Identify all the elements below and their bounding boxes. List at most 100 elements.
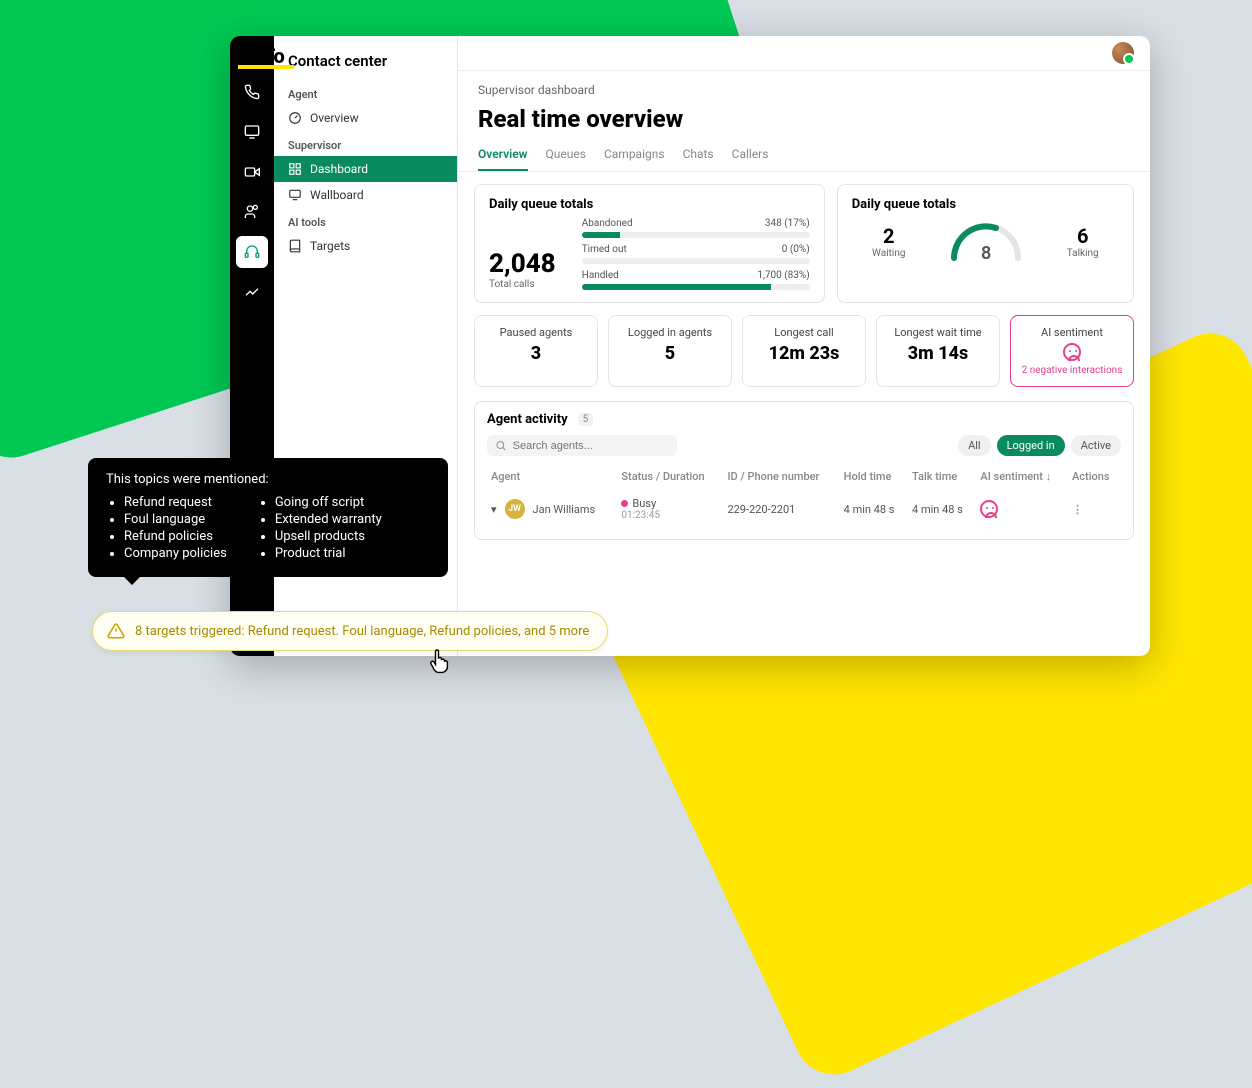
search-box[interactable] <box>487 435 677 456</box>
tooltip-item: Extended warranty <box>275 512 382 527</box>
bar-timed-out: Timed out 0 (0%) <box>582 244 810 264</box>
bar-value: 1,700 (83%) <box>757 270 809 281</box>
panel-title: Agent activity <box>487 412 568 427</box>
tooltip-item: Refund policies <box>124 529 227 544</box>
filter-logged-in[interactable]: Logged in <box>997 435 1065 456</box>
tooltip-item: Upsell products <box>275 529 382 544</box>
rail-video-icon[interactable] <box>236 156 268 188</box>
bar-abandoned: Abandoned 348 (17%) <box>582 218 810 238</box>
bar-value: 348 (17%) <box>765 218 810 229</box>
stat-label: Waiting <box>872 248 905 259</box>
phone-number: 229-220-2201 <box>723 489 839 529</box>
bar-value: 0 (0%) <box>782 244 810 255</box>
status-text: Busy <box>632 497 656 510</box>
tooltip-col1: Refund request Foul language Refund poli… <box>106 493 227 563</box>
tab-overview[interactable]: Overview <box>478 139 528 171</box>
tile-value: 12m 23s <box>749 343 859 364</box>
bar-label: Abandoned <box>582 218 633 229</box>
brand-logo: GoTo <box>238 44 294 69</box>
talk-time: 4 min 48 s <box>908 489 976 529</box>
search-icon <box>495 439 507 452</box>
card-daily-queue-right: Daily queue totals 2 Waiting 8 <box>837 184 1134 303</box>
tabs: Overview Queues Campaigns Chats Callers <box>458 139 1150 172</box>
nav-group-agent: Agent <box>274 80 457 105</box>
content: Daily queue totals 2,048 Total calls Aba… <box>458 172 1150 656</box>
bar-label: Timed out <box>582 244 627 255</box>
topbar <box>458 36 1150 71</box>
col-talk: Talk time <box>908 464 976 489</box>
tooltip-item: Going off script <box>275 495 382 510</box>
bar-handled: Handled 1,700 (83%) <box>582 270 810 290</box>
warning-icon <box>107 622 125 640</box>
tile-label: Longest wait time <box>883 326 993 339</box>
user-avatar[interactable] <box>1112 42 1134 64</box>
nav-item-overview[interactable]: Overview <box>274 105 457 131</box>
breadcrumb: Supervisor dashboard <box>458 71 1150 97</box>
tab-queues[interactable]: Queues <box>546 139 586 171</box>
tile-longest-wait: Longest wait time 3m 14s <box>876 315 1000 387</box>
filter-all[interactable]: All <box>958 435 991 456</box>
stat-num: 2 <box>872 224 905 248</box>
nav-item-label: Wallboard <box>310 188 364 202</box>
rail-headset-icon[interactable] <box>236 236 268 268</box>
gauge: 8 <box>946 218 1026 264</box>
frown-icon <box>980 500 998 518</box>
nav-group-ai-tools: AI tools <box>274 208 457 233</box>
nav-item-dashboard[interactable]: Dashboard <box>274 156 457 182</box>
filter-active[interactable]: Active <box>1071 435 1121 456</box>
tile-subtext: 2 negative interactions <box>1017 365 1127 376</box>
chevron-down-icon[interactable]: ▾ <box>491 503 497 516</box>
nav-item-label: Overview <box>310 111 359 125</box>
col-sentiment-label: AI sentiment <box>980 470 1043 483</box>
tooltip-item: Company policies <box>124 546 227 561</box>
section-title: Contact center <box>274 46 457 80</box>
search-input[interactable] <box>513 440 669 452</box>
nav-item-label: Targets <box>310 239 350 253</box>
nav-item-wallboard[interactable]: Wallboard <box>274 182 457 208</box>
col-actions: Actions <box>1068 464 1121 489</box>
tile-ai-sentiment[interactable]: AI sentiment 2 negative interactions <box>1010 315 1134 387</box>
col-status: Status / Duration <box>617 464 723 489</box>
nav-item-targets[interactable]: Targets <box>274 233 457 259</box>
rail-people-icon[interactable] <box>236 196 268 228</box>
agents-table: Agent Status / Duration ID / Phone numbe… <box>487 464 1121 529</box>
page-title: Real time overview <box>458 97 1150 139</box>
rail-phone-icon[interactable] <box>236 76 268 108</box>
frown-icon <box>1063 343 1081 361</box>
stat-label: Talking <box>1067 248 1099 259</box>
tile-value: 3m 14s <box>883 343 993 364</box>
gauge-icon <box>288 111 302 125</box>
total-calls: 2,048 Total calls <box>489 218 572 290</box>
col-sentiment[interactable]: AI sentiment ↓ <box>976 464 1068 489</box>
card-title: Daily queue totals <box>489 197 810 212</box>
rail-monitor-icon[interactable] <box>236 116 268 148</box>
tab-callers[interactable]: Callers <box>732 139 769 171</box>
tab-chats[interactable]: Chats <box>683 139 714 171</box>
rail-analytics-icon[interactable] <box>236 276 268 308</box>
tile-label: AI sentiment <box>1017 326 1127 339</box>
nav-group-supervisor: Supervisor <box>274 131 457 156</box>
col-phone: ID / Phone number <box>723 464 839 489</box>
stat-num: 6 <box>1067 224 1099 248</box>
card-daily-queue-left: Daily queue totals 2,048 Total calls Aba… <box>474 184 825 303</box>
sort-arrow-icon: ↓ <box>1046 470 1052 483</box>
total-calls-label: Total calls <box>489 279 556 290</box>
tile-longest-call: Longest call 12m 23s <box>742 315 866 387</box>
tile-paused-agents: Paused agents 3 <box>474 315 598 387</box>
alert-text: 8 targets triggered: Refund request. Fou… <box>135 624 589 639</box>
row-actions-button[interactable]: ⋮ <box>1072 503 1083 516</box>
table-row: ▾ JW Jan Williams Busy 01:23:45 229-220-… <box>487 489 1121 529</box>
card-title: Daily queue totals <box>852 197 1119 212</box>
main-area: Supervisor dashboard Real time overview … <box>458 36 1150 656</box>
tooltip-item: Product trial <box>275 546 382 561</box>
pointer-cursor-icon <box>428 648 452 674</box>
tab-campaigns[interactable]: Campaigns <box>604 139 665 171</box>
monitor-icon <box>288 188 302 202</box>
status-duration: 01:23:45 <box>621 510 719 521</box>
agent-name: Jan Williams <box>533 503 596 516</box>
tooltip-title: This topics were mentioned: <box>106 472 430 487</box>
topics-tooltip: This topics were mentioned: Refund reque… <box>88 458 448 577</box>
col-agent: Agent <box>487 464 617 489</box>
targets-alert-pill[interactable]: 8 targets triggered: Refund request. Fou… <box>92 611 608 651</box>
bar-label: Handled <box>582 270 619 281</box>
